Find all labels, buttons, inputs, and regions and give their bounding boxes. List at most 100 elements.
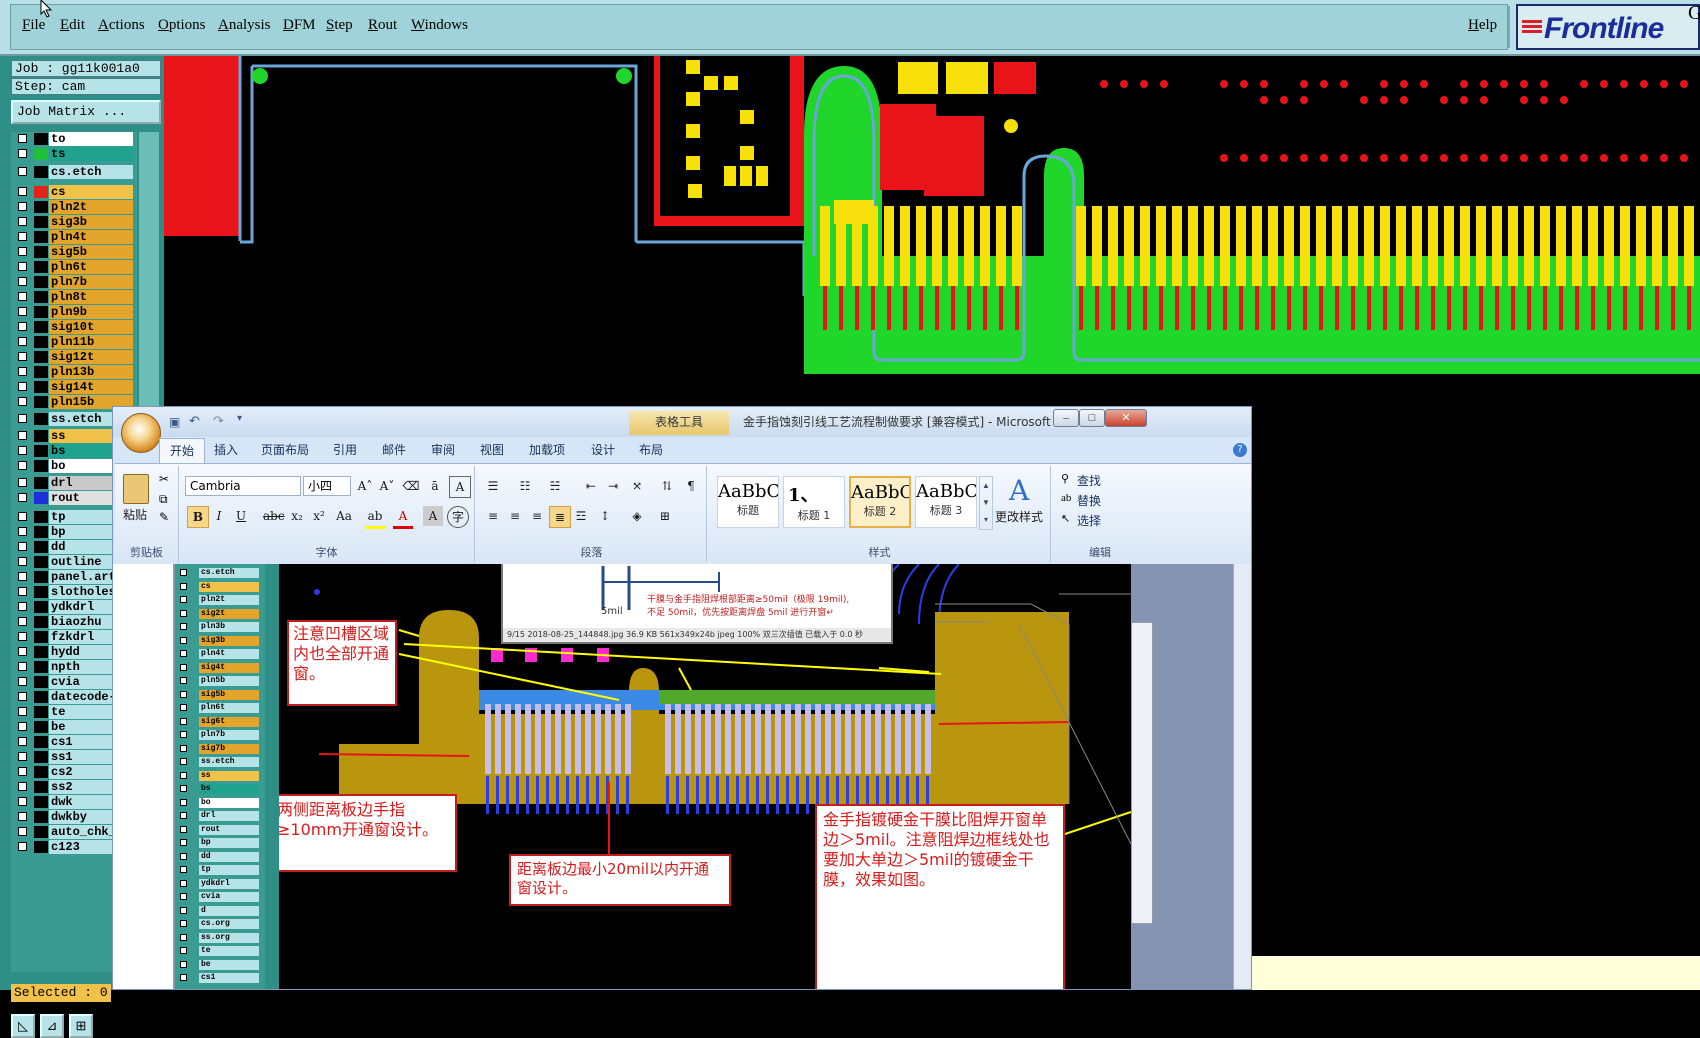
layer-checkbox[interactable] [18,202,27,211]
maximize-button[interactable]: □ [1079,409,1105,427]
tab-layout[interactable]: 布局 [639,441,663,458]
layer-row[interactable]: pln4t [11,230,137,244]
change-styles-button[interactable]: 更改样式 [995,508,1043,525]
layer-checkbox[interactable] [18,677,27,686]
copy-icon[interactable]: ⧉ [159,492,168,507]
layer-checkbox[interactable] [18,337,27,346]
undo-icon[interactable]: ↶ [189,413,200,429]
menu-edit[interactable]: Edit [60,17,85,34]
layer-checkbox[interactable] [18,277,27,286]
tab-references[interactable]: 引用 [333,441,357,458]
layer-checkbox[interactable] [18,512,27,521]
layer-checkbox[interactable] [18,812,27,821]
menu-actions[interactable]: Actions [98,17,145,34]
layer-checkbox[interactable] [18,307,27,316]
layer-checkbox[interactable] [18,572,27,581]
char-shading-icon[interactable]: A [423,506,443,526]
layer-row[interactable]: sig14t [11,380,137,394]
sort-icon[interactable]: ⇅ [657,476,677,496]
layer-row[interactable]: pln11b [11,335,137,349]
tab-mailings[interactable]: 邮件 [382,441,406,458]
bullets-icon[interactable]: ☰ [483,476,503,496]
menu-windows[interactable]: Windows [411,17,468,34]
layer-row[interactable]: sig10t [11,320,137,334]
layer-checkbox[interactable] [18,217,27,226]
layer-checkbox[interactable] [18,461,27,470]
style-heading-2[interactable]: AaBbC(标题 2 [849,476,911,528]
tab-addins[interactable]: 加载项 [529,441,565,458]
layer-checkbox[interactable] [18,367,27,376]
layer-row[interactable]: ts [11,147,137,161]
layer-checkbox[interactable] [18,292,27,301]
layer-checkbox[interactable] [18,352,27,361]
change-case-button[interactable]: Aa [331,506,357,526]
layer-checkbox[interactable] [18,707,27,716]
replace-button[interactable]: 替换 [1077,492,1101,509]
layer-row[interactable]: sig3b [11,215,137,229]
layer-checkbox[interactable] [18,542,27,551]
tab-insert[interactable]: 插入 [214,441,238,458]
close-button[interactable]: ✕ [1105,409,1147,427]
menu-file[interactable]: File [22,17,45,34]
layer-row[interactable]: sig12t [11,350,137,364]
layer-checkbox[interactable] [18,322,27,331]
menu-dfm[interactable]: DFM [283,17,316,34]
distributed-icon[interactable]: ☲ [571,506,591,526]
shrink-font-icon[interactable]: A˅ [377,476,397,496]
layer-checkbox[interactable] [18,782,27,791]
tab-home[interactable]: 开始 [159,438,206,463]
menu-rout[interactable]: Rout [368,17,397,34]
layer-row[interactable]: cs.etch [11,165,137,179]
measure-tool-icon[interactable]: ⊿ [40,1014,64,1038]
help-icon[interactable]: ? [1233,443,1247,457]
layer-checkbox[interactable] [18,167,27,176]
select-button[interactable]: 选择 [1077,512,1101,529]
layer-checkbox[interactable] [18,752,27,761]
layer-checkbox[interactable] [18,692,27,701]
layer-checkbox[interactable] [18,557,27,566]
cut-icon[interactable]: ✂ [159,472,169,487]
numbering-icon[interactable]: ☷ [515,476,535,496]
tab-design[interactable]: 设计 [591,441,615,458]
grow-font-icon[interactable]: A˄ [355,476,375,496]
paste-button[interactable]: 粘贴 [123,506,147,523]
document-area[interactable]: cs.etch cs pln2t sig2t pln3b sig3b pln4t sig4t p… [113,564,1251,989]
layer-checkbox[interactable] [18,187,27,196]
justify-icon[interactable]: ≣ [549,506,571,528]
layer-row[interactable]: sig5b [11,245,137,259]
layer-checkbox[interactable] [18,232,27,241]
multilevel-list-icon[interactable]: ☵ [545,476,565,496]
highlight-icon[interactable]: ab [365,506,385,529]
chinese-layout-icon[interactable]: ⤧ [627,476,647,496]
line-spacing-icon[interactable]: ↕ [595,506,615,526]
style-title[interactable]: AaBbC(标题 [717,476,779,528]
borders-icon[interactable]: ⊞ [655,506,675,526]
layer-checkbox[interactable] [18,446,27,455]
layer-checkbox[interactable] [18,737,27,746]
save-icon[interactable]: ▣ [169,415,180,430]
align-center-icon[interactable]: ≡ [505,506,525,526]
layer-checkbox[interactable] [18,767,27,776]
menu-analysis[interactable]: Analysis [218,17,271,34]
minimize-button[interactable]: ‒ [1053,409,1079,427]
layer-row[interactable]: pln7b [11,275,137,289]
align-left-icon[interactable]: ≡ [483,506,503,526]
layer-checkbox[interactable] [18,527,27,536]
quick-access-dropdown-icon[interactable]: ▾ [237,413,242,424]
word-scrollbar[interactable] [1233,564,1251,989]
layer-checkbox[interactable] [18,662,27,671]
shading-icon[interactable]: ◈ [627,506,647,526]
layer-row[interactable]: cs [11,185,137,199]
tab-view[interactable]: 视图 [480,441,504,458]
decrease-indent-icon[interactable]: ⇤ [581,476,601,496]
layer-row[interactable]: pln9b [11,305,137,319]
tab-page-layout[interactable]: 页面布局 [261,441,309,458]
layer-checkbox[interactable] [18,478,27,487]
layer-checkbox[interactable] [18,602,27,611]
layer-checkbox[interactable] [18,247,27,256]
style-heading-1[interactable]: 1、 标题 1 [783,476,845,528]
job-matrix-button[interactable]: Job Matrix ... [11,100,161,124]
layer-checkbox[interactable] [18,647,27,656]
layer-checkbox[interactable] [18,722,27,731]
layer-checkbox[interactable] [18,397,27,406]
